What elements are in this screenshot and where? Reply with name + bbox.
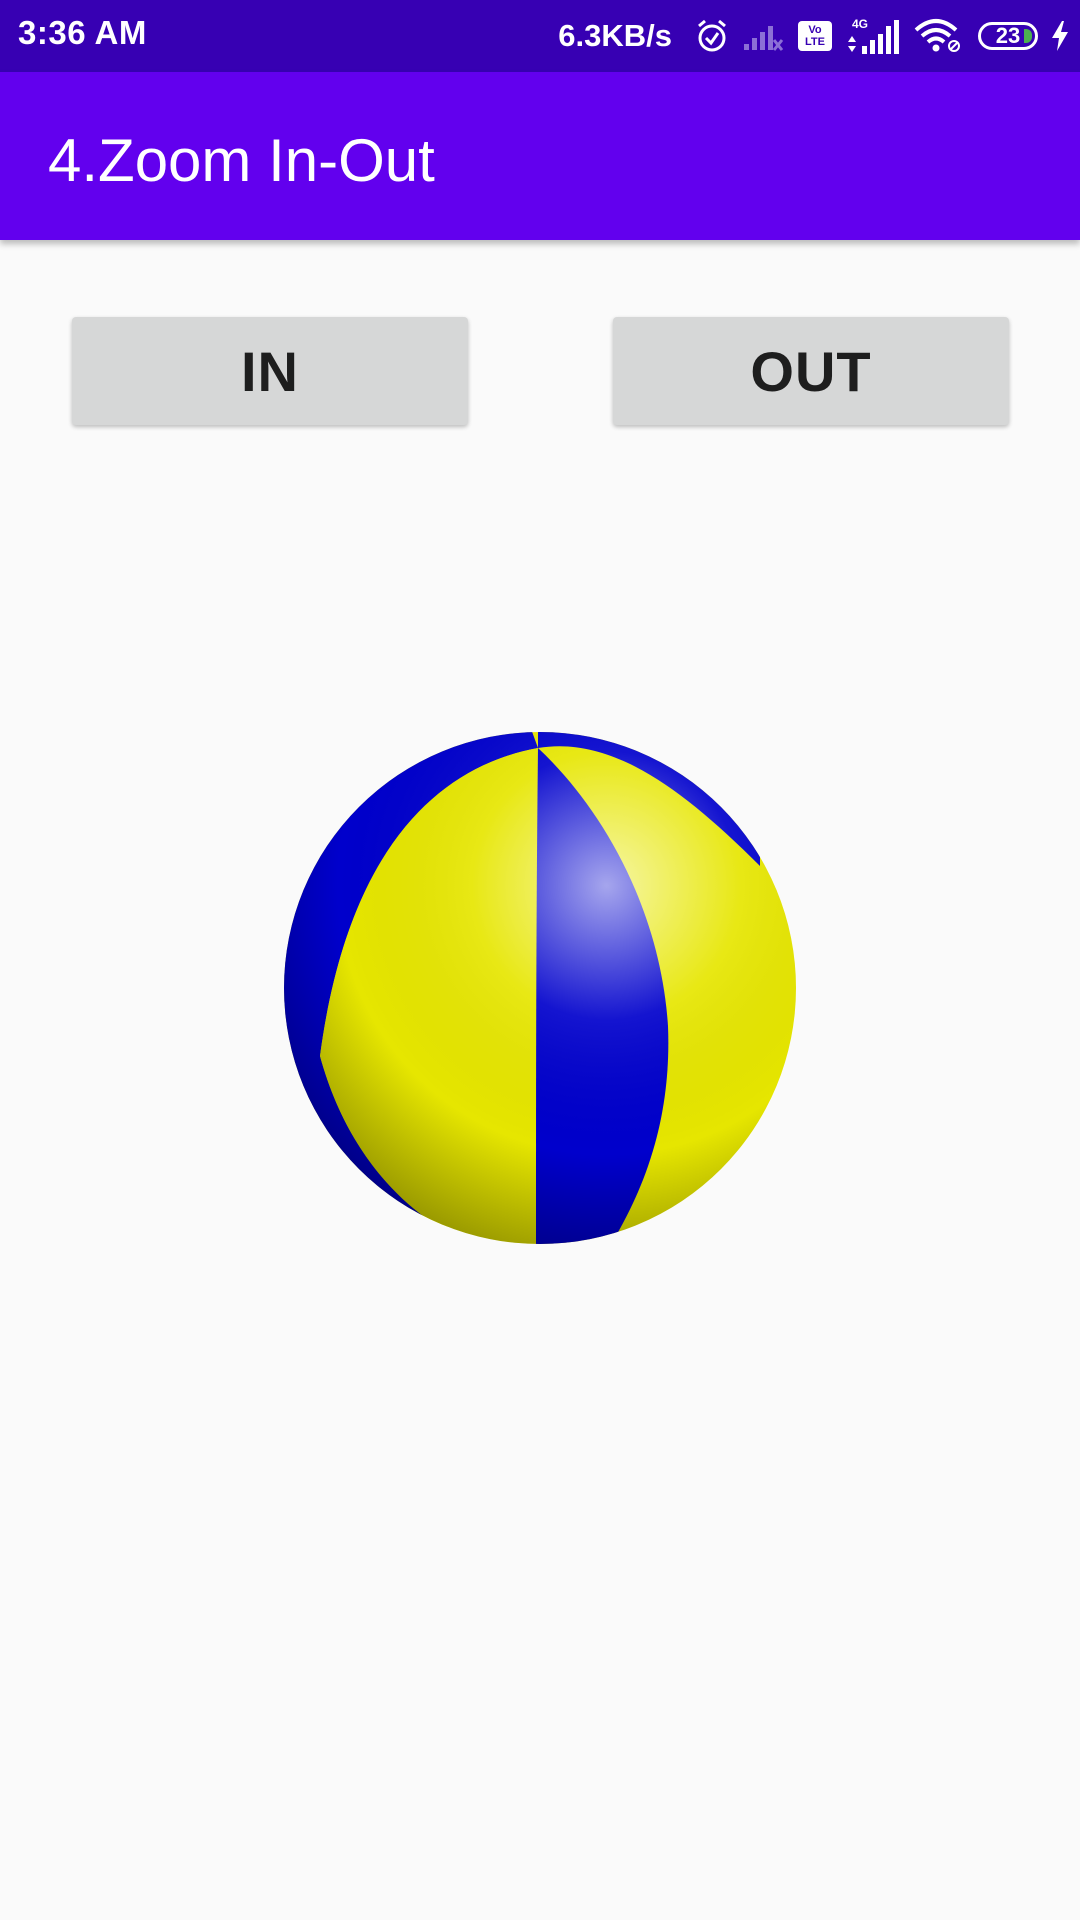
net-speed: 6.3KB/s	[558, 18, 672, 53]
battery-icon: 23	[978, 22, 1038, 50]
signal-icon: 4G	[844, 16, 902, 56]
status-bar: 3:36 AM 6.3KB/s Vo LTE 4G 23	[0, 0, 1080, 72]
zoom-in-button[interactable]: IN	[72, 317, 468, 425]
wifi-icon	[914, 18, 964, 54]
battery-charge-indicator	[1024, 29, 1032, 43]
volte-icon: Vo LTE	[798, 21, 832, 51]
network-type-label: 4G	[852, 17, 868, 31]
signal-off-icon	[742, 20, 784, 52]
zoom-out-button[interactable]: OUT	[613, 317, 1009, 425]
volte-bottom: LTE	[805, 36, 825, 48]
status-time: 3:36 AM	[18, 14, 147, 51]
alarm-icon	[694, 18, 730, 54]
status-icons: 6.3KB/s Vo LTE 4G 23	[558, 0, 1070, 72]
charging-icon	[1050, 19, 1070, 53]
beach-ball-image	[280, 726, 800, 1246]
volte-top: Vo	[808, 24, 822, 36]
app-title: 4.Zoom In-Out	[48, 127, 435, 194]
app-bar: 4.Zoom In-Out	[0, 72, 1080, 240]
battery-level: 23	[995, 23, 1021, 48]
